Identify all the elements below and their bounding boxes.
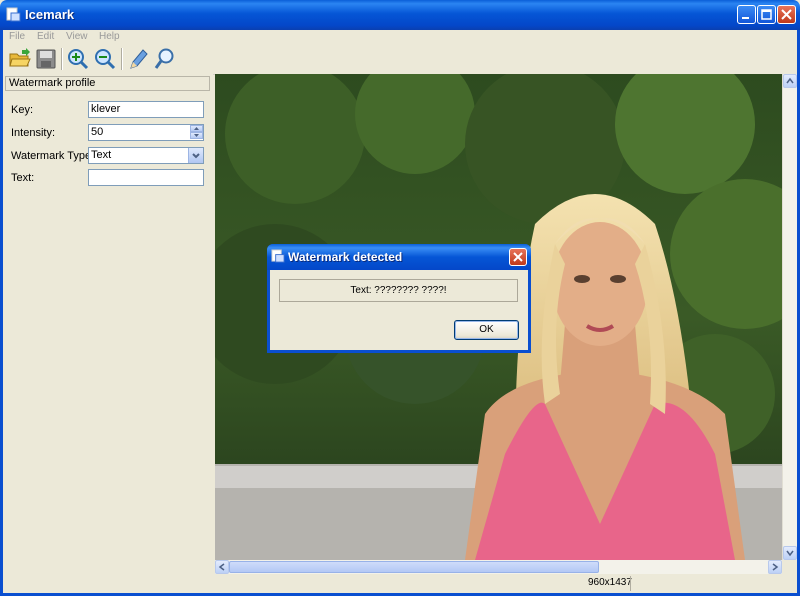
menu-edit[interactable]: Edit [37,31,54,42]
close-icon [513,252,523,262]
status-bar: 960x1437 [3,574,797,593]
window-title: Icemark [25,7,75,22]
watermark-profile-panel: Watermark profile Key: klever Intensity:… [3,74,213,593]
minimize-button[interactable] [737,5,756,24]
arrow-down-icon [786,550,794,557]
zoom-out-icon[interactable] [93,47,117,71]
pencil-icon[interactable] [126,47,150,71]
menu-file[interactable]: File [9,31,25,42]
watermark-type-value: Text [91,149,112,161]
close-button[interactable] [777,5,796,24]
panel-header: Watermark profile [5,76,210,91]
watermark-detected-dialog: Watermark detected Text: ???????? ????! … [267,244,531,353]
watermark-type-select[interactable]: Text [88,147,204,164]
menu-help[interactable]: Help [99,31,120,42]
spin-buttons[interactable] [190,125,203,140]
horizontal-scroll-thumb[interactable] [229,561,599,573]
toolbar-separator [121,48,123,70]
key-input[interactable]: klever [88,101,204,118]
dialog-title-bar[interactable]: Watermark detected [267,244,531,270]
spin-up-icon[interactable] [190,125,203,132]
app-icon [6,7,21,22]
dialog-title: Watermark detected [288,250,403,264]
intensity-spinner[interactable]: 50 [88,124,204,141]
minimize-icon [742,17,749,19]
toolbar [3,44,797,75]
scroll-up-button[interactable] [783,74,797,88]
watermark-type-label: Watermark Type: [11,150,95,162]
app-icon [271,249,285,263]
open-folder-icon[interactable] [8,47,32,71]
intensity-value: 50 [91,126,104,138]
image-dimensions: 960x1437 [588,577,632,588]
dialog-close-button[interactable] [509,248,527,266]
save-icon[interactable] [34,47,58,71]
scroll-down-button[interactable] [783,546,797,560]
dialog-body: Text: ???????? ????! OK [270,270,528,350]
spin-down-icon[interactable] [190,132,203,139]
menu-bar: File Edit View Help [3,30,797,44]
close-icon [781,9,792,20]
dialog-message: Text: ???????? ????! [279,279,518,302]
window-title-bar[interactable]: Icemark [0,0,800,30]
toolbar-separator [61,48,63,70]
intensity-label: Intensity: [11,127,56,139]
dropdown-button[interactable] [188,148,203,163]
search-icon[interactable] [153,47,177,71]
vertical-scrollbar[interactable] [782,74,797,560]
horizontal-scrollbar[interactable] [215,560,782,574]
ok-button[interactable]: OK [454,320,519,340]
text-label: Text: [11,172,35,184]
arrow-up-icon [786,77,794,84]
maximize-button[interactable] [757,5,776,24]
text-input[interactable] [88,169,204,186]
maximize-icon [761,9,772,20]
key-label: Key: [11,104,34,116]
scroll-right-button[interactable] [768,560,782,574]
scroll-left-button[interactable] [215,560,229,574]
status-separator [630,576,631,591]
arrow-right-icon [772,563,779,571]
chevron-down-icon [192,153,200,159]
zoom-in-icon[interactable] [66,47,90,71]
arrow-left-icon [218,563,225,571]
menu-view[interactable]: View [66,31,88,42]
